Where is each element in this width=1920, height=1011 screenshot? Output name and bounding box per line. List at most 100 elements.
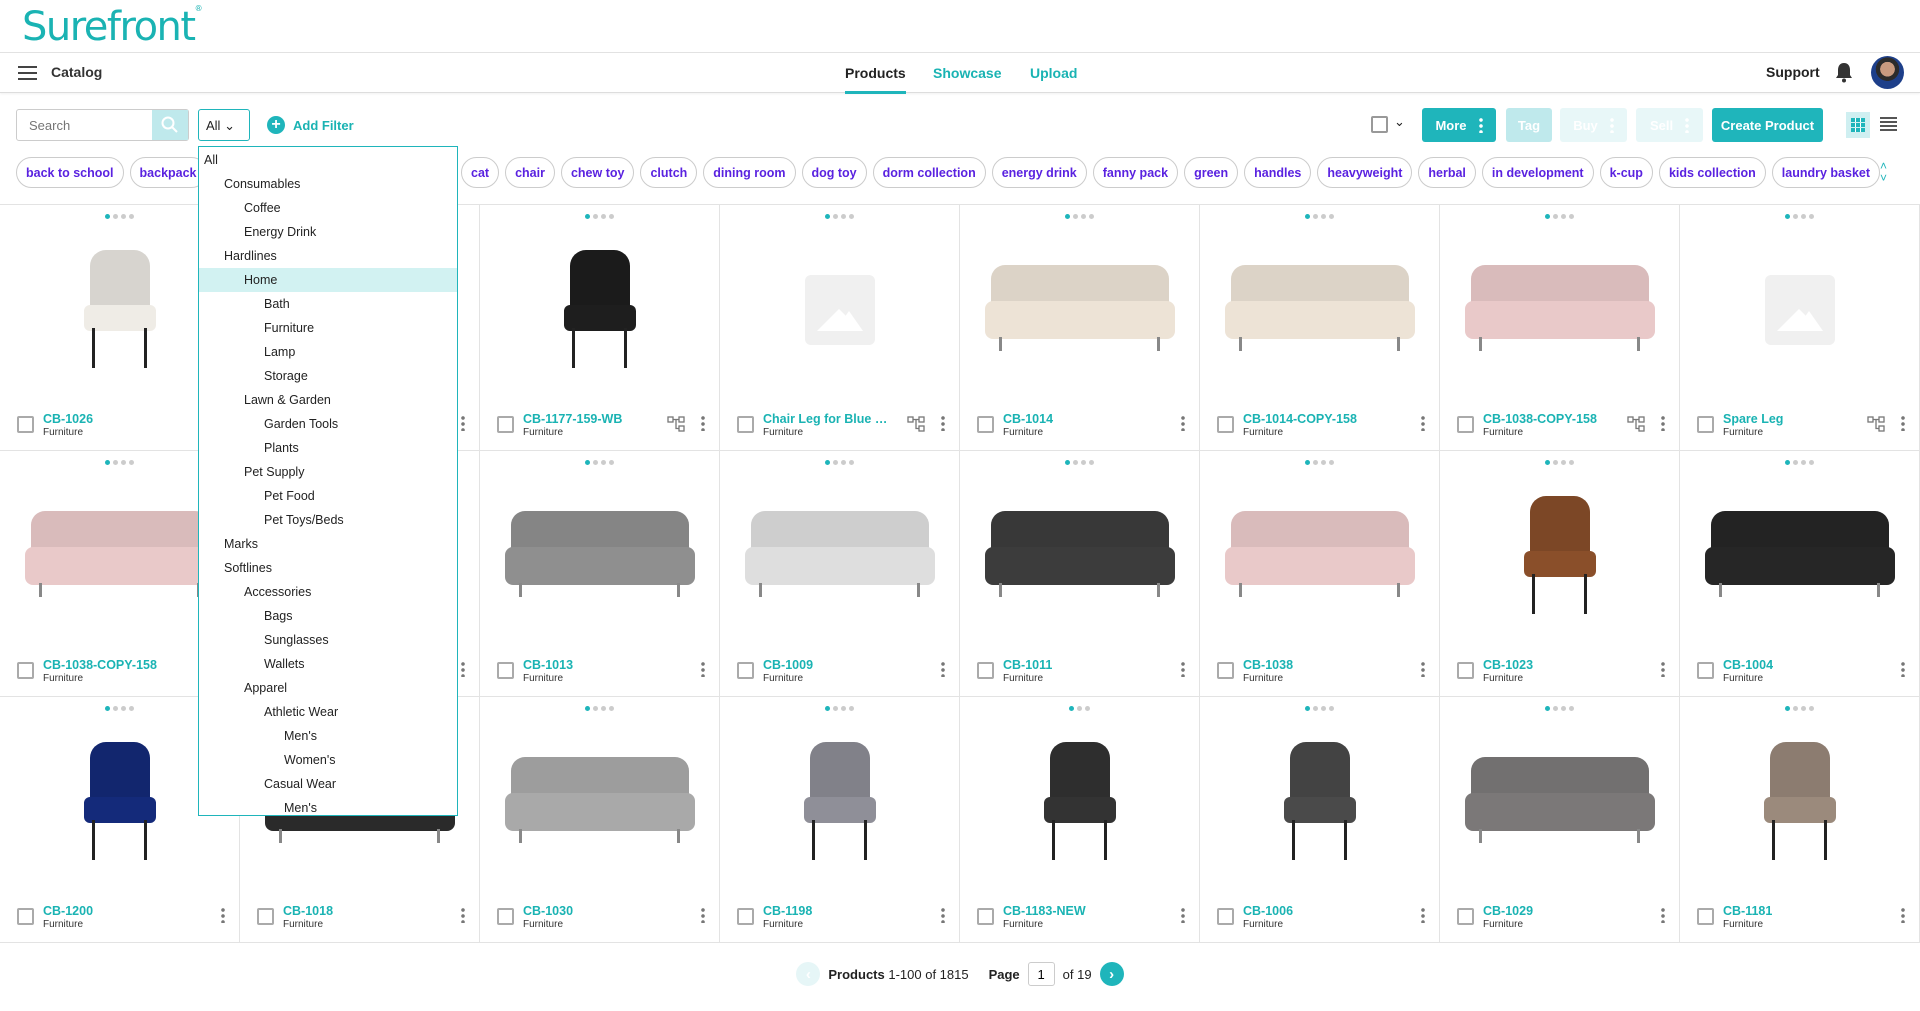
product-checkbox[interactable] [737, 416, 754, 433]
product-card[interactable]: CB-1013 Furniture [480, 451, 720, 696]
category-option[interactable]: Men's [199, 724, 457, 748]
product-checkbox[interactable] [1217, 662, 1234, 679]
card-menu-button[interactable] [1421, 907, 1425, 928]
product-card[interactable]: CB-1009 Furniture [720, 451, 960, 696]
category-option[interactable]: All [199, 148, 457, 172]
product-name[interactable]: CB-1038 [1243, 658, 1293, 672]
hamburger-menu-icon[interactable] [18, 66, 37, 80]
card-menu-button[interactable] [221, 907, 225, 928]
image-carousel-dots[interactable] [1680, 460, 1919, 465]
category-option[interactable]: Lawn & Garden [199, 388, 457, 412]
product-checkbox[interactable] [497, 662, 514, 679]
product-card[interactable]: CB-1029 Furniture [1440, 697, 1680, 942]
tag-chip[interactable]: handles [1244, 157, 1312, 188]
tag-chip[interactable]: chew toy [560, 157, 635, 188]
product-card[interactable]: CB-1030 Furniture [480, 697, 720, 942]
product-card[interactable]: CB-1181 Furniture [1680, 697, 1920, 942]
image-carousel-dots[interactable] [1680, 706, 1919, 711]
tag-chip[interactable]: chair [505, 157, 555, 188]
tag-button[interactable]: Tag [1506, 108, 1552, 142]
category-option[interactable]: Hardlines [199, 244, 457, 268]
tab-products[interactable]: Products [845, 65, 906, 94]
category-option[interactable]: Accessories [199, 580, 457, 604]
card-menu-button[interactable] [1421, 415, 1425, 436]
product-name[interactable]: CB-1006 [1243, 904, 1293, 918]
image-carousel-dots[interactable] [1200, 706, 1439, 711]
product-card[interactable]: Spare Leg Furniture [1680, 205, 1920, 450]
list-view-icon[interactable] [1880, 117, 1897, 131]
sell-button[interactable]: Sell [1636, 108, 1703, 142]
card-menu-button[interactable] [1181, 907, 1185, 928]
image-carousel-dots[interactable] [720, 460, 959, 465]
product-card[interactable]: CB-1183-NEW Furniture [960, 697, 1200, 942]
product-image[interactable] [1700, 235, 1899, 385]
product-checkbox[interactable] [1457, 662, 1474, 679]
create-product-button[interactable]: Create Product [1712, 108, 1823, 142]
buy-button[interactable]: Buy [1560, 108, 1627, 142]
product-card[interactable]: CB-1014 Furniture [960, 205, 1200, 450]
tag-chip[interactable]: backpack [129, 157, 207, 188]
product-card[interactable]: Chair Leg for Blue W... Furniture [720, 205, 960, 450]
category-option[interactable]: Marks [199, 532, 457, 556]
category-option[interactable]: Consumables [199, 172, 457, 196]
image-carousel-dots[interactable] [1440, 214, 1679, 219]
product-checkbox[interactable] [1217, 908, 1234, 925]
avatar[interactable] [1871, 56, 1904, 89]
category-select[interactable]: All ⌄ [198, 109, 250, 141]
product-image[interactable] [980, 481, 1179, 631]
category-option[interactable]: Casual Wear [199, 772, 457, 796]
category-option[interactable]: Pet Supply [199, 460, 457, 484]
more-button[interactable]: More [1422, 108, 1496, 142]
product-image[interactable] [500, 481, 699, 631]
tag-chip[interactable]: green [1184, 157, 1239, 188]
product-name[interactable]: CB-1023 [1483, 658, 1533, 672]
card-menu-button[interactable] [941, 907, 945, 928]
product-image[interactable] [1220, 481, 1419, 631]
card-menu-button[interactable] [1421, 661, 1425, 682]
product-checkbox[interactable] [17, 416, 34, 433]
product-image[interactable] [1460, 727, 1659, 877]
tag-chip[interactable]: cat [461, 157, 500, 188]
tag-scroll-chevrons-icon[interactable]: ˄ ˅ [1880, 160, 1887, 184]
category-option[interactable]: Garden Tools [199, 412, 457, 436]
image-carousel-dots[interactable] [480, 214, 719, 219]
product-image[interactable] [980, 727, 1179, 877]
card-menu-button[interactable] [1901, 907, 1905, 928]
card-menu-button[interactable] [701, 907, 705, 928]
card-menu-button[interactable] [1661, 661, 1665, 682]
product-image[interactable] [20, 727, 219, 877]
tag-chip[interactable]: clutch [640, 157, 698, 188]
product-name[interactable]: CB-1013 [523, 658, 573, 672]
category-option[interactable]: Pet Toys/Beds [199, 508, 457, 532]
category-option[interactable]: Coffee [199, 196, 457, 220]
image-carousel-dots[interactable] [960, 460, 1199, 465]
product-checkbox[interactable] [977, 908, 994, 925]
tag-chip[interactable]: energy drink [991, 157, 1087, 188]
product-name[interactable]: CB-1177-159-WB [523, 412, 622, 426]
product-card[interactable]: CB-1014-COPY-158 Furniture [1200, 205, 1440, 450]
category-option[interactable]: Men's [199, 796, 457, 815]
category-option[interactable]: Softlines [199, 556, 457, 580]
tag-chip[interactable]: in development [1481, 157, 1594, 188]
product-image[interactable] [1220, 727, 1419, 877]
product-image[interactable] [1460, 235, 1659, 385]
product-name[interactable]: CB-1038-COPY-158 [1483, 412, 1597, 426]
next-page-button[interactable]: › [1099, 962, 1124, 986]
category-option[interactable]: Energy Drink [199, 220, 457, 244]
tab-showcase[interactable]: Showcase [933, 65, 1001, 81]
product-name[interactable]: CB-1004 [1723, 658, 1773, 672]
variants-icon[interactable] [667, 415, 687, 433]
card-menu-button[interactable] [941, 415, 945, 436]
product-checkbox[interactable] [1697, 416, 1714, 433]
card-menu-button[interactable] [461, 907, 465, 928]
select-all-checkbox[interactable] [1371, 116, 1388, 133]
tag-chip[interactable]: kids collection [1658, 157, 1766, 188]
product-checkbox[interactable] [977, 416, 994, 433]
product-card[interactable]: CB-1177-159-WB Furniture [480, 205, 720, 450]
category-option[interactable]: Plants [199, 436, 457, 460]
tag-chip[interactable]: dog toy [801, 157, 867, 188]
image-carousel-dots[interactable] [480, 460, 719, 465]
image-carousel-dots[interactable] [720, 706, 959, 711]
tag-chip[interactable]: laundry basket [1771, 157, 1881, 188]
card-menu-button[interactable] [1901, 661, 1905, 682]
